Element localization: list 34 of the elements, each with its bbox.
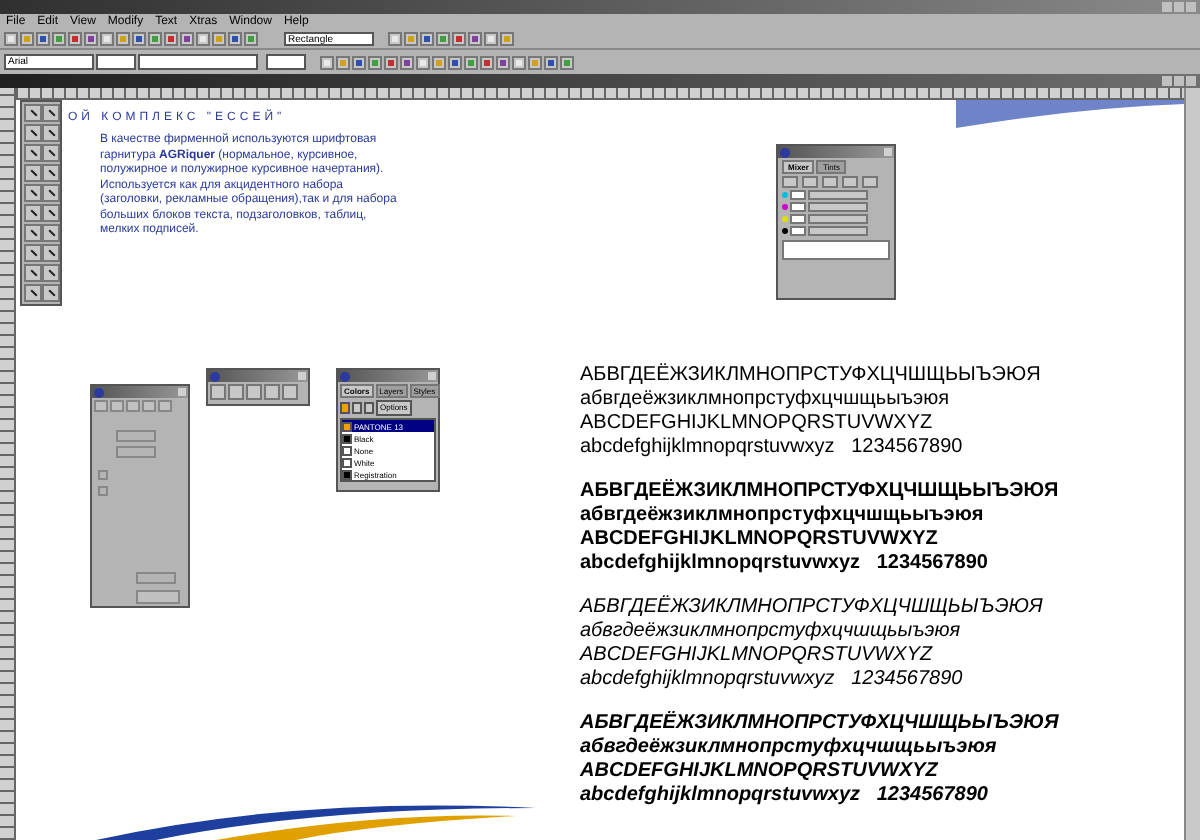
specimen-line: ABCDEFGHIJKLMNOPQRSTUVWXYZ bbox=[580, 528, 940, 552]
specimen-line: абвгдеёжзиклмнопрстуфхцчшщьыъэюя bbox=[580, 736, 999, 760]
specimen-line: ABCDEFGHIJKLMNOPQRSTUVWXYZ bbox=[580, 760, 941, 784]
both-swatch[interactable] bbox=[364, 402, 374, 414]
input-field[interactable] bbox=[116, 430, 156, 442]
input-field[interactable] bbox=[116, 446, 156, 458]
specimen-line: abcdefghijklmnopqrstuvwxyz 1234567890 bbox=[580, 784, 990, 808]
specimen-line: ABCDEFGHIJKLMNOPQRSTUVWXYZ bbox=[580, 412, 935, 436]
specimen-line: абвгдеёжзиклмнопрстуфхцчшщьыъэюя bbox=[580, 504, 986, 528]
checkbox[interactable] bbox=[98, 486, 108, 496]
specimen-line: ABCDEFGHIJKLMNOPQRSTUVWXYZ bbox=[580, 644, 935, 668]
specimen-line: АБВГДЕЁЖЗИКЛМНОПРСТУФХЦЧШЩЬЫЪЭЮЯ bbox=[580, 364, 1043, 388]
globe-icon bbox=[780, 147, 790, 157]
specimen-line: АБВГДЕЁЖЗИКЛМНОПРСТУФХЦЧШЩЬЫЪЭЮЯ bbox=[580, 596, 1045, 620]
color-preview bbox=[782, 240, 890, 260]
specimen-line: abcdefghijklmnopqrstuvwxyz 1234567890 bbox=[580, 668, 965, 692]
specimen-line: абвгдеёжзиклмнопрстуфхцчшщьыъэюя bbox=[580, 388, 952, 412]
specimen-line: АБВГДЕЁЖЗИКЛМНОПРСТУФХЦЧШЩЬЫЪЭЮЯ bbox=[580, 712, 1059, 736]
fill-swatch[interactable] bbox=[340, 402, 350, 414]
specimen-line: АБВГДЕЁЖЗИКЛМНОПРСТУФХЦЧШЩЬЫЪЭЮЯ bbox=[580, 480, 1059, 504]
vertical-scrollbar[interactable] bbox=[1184, 88, 1200, 840]
globe-icon bbox=[340, 371, 350, 381]
leading-field[interactable] bbox=[138, 54, 258, 70]
globe-icon bbox=[94, 387, 104, 397]
stroke-swatch[interactable] bbox=[352, 402, 362, 414]
specimen-line: абвгдеёжзиклмнопрстуфхцчшщьыъэюя bbox=[580, 620, 963, 644]
size-dropdown[interactable] bbox=[96, 54, 136, 70]
specimen-line: abcdefghijklmnopqrstuvwxyz 1234567890 bbox=[580, 552, 990, 576]
checkbox[interactable] bbox=[98, 470, 108, 480]
specimen-line: abcdefghijklmnopqrstuvwxyz 1234567890 bbox=[580, 436, 965, 460]
apply-button[interactable] bbox=[136, 590, 180, 604]
unit-dropdown[interactable] bbox=[266, 54, 306, 70]
input-field[interactable] bbox=[136, 572, 176, 584]
globe-icon bbox=[210, 371, 220, 381]
